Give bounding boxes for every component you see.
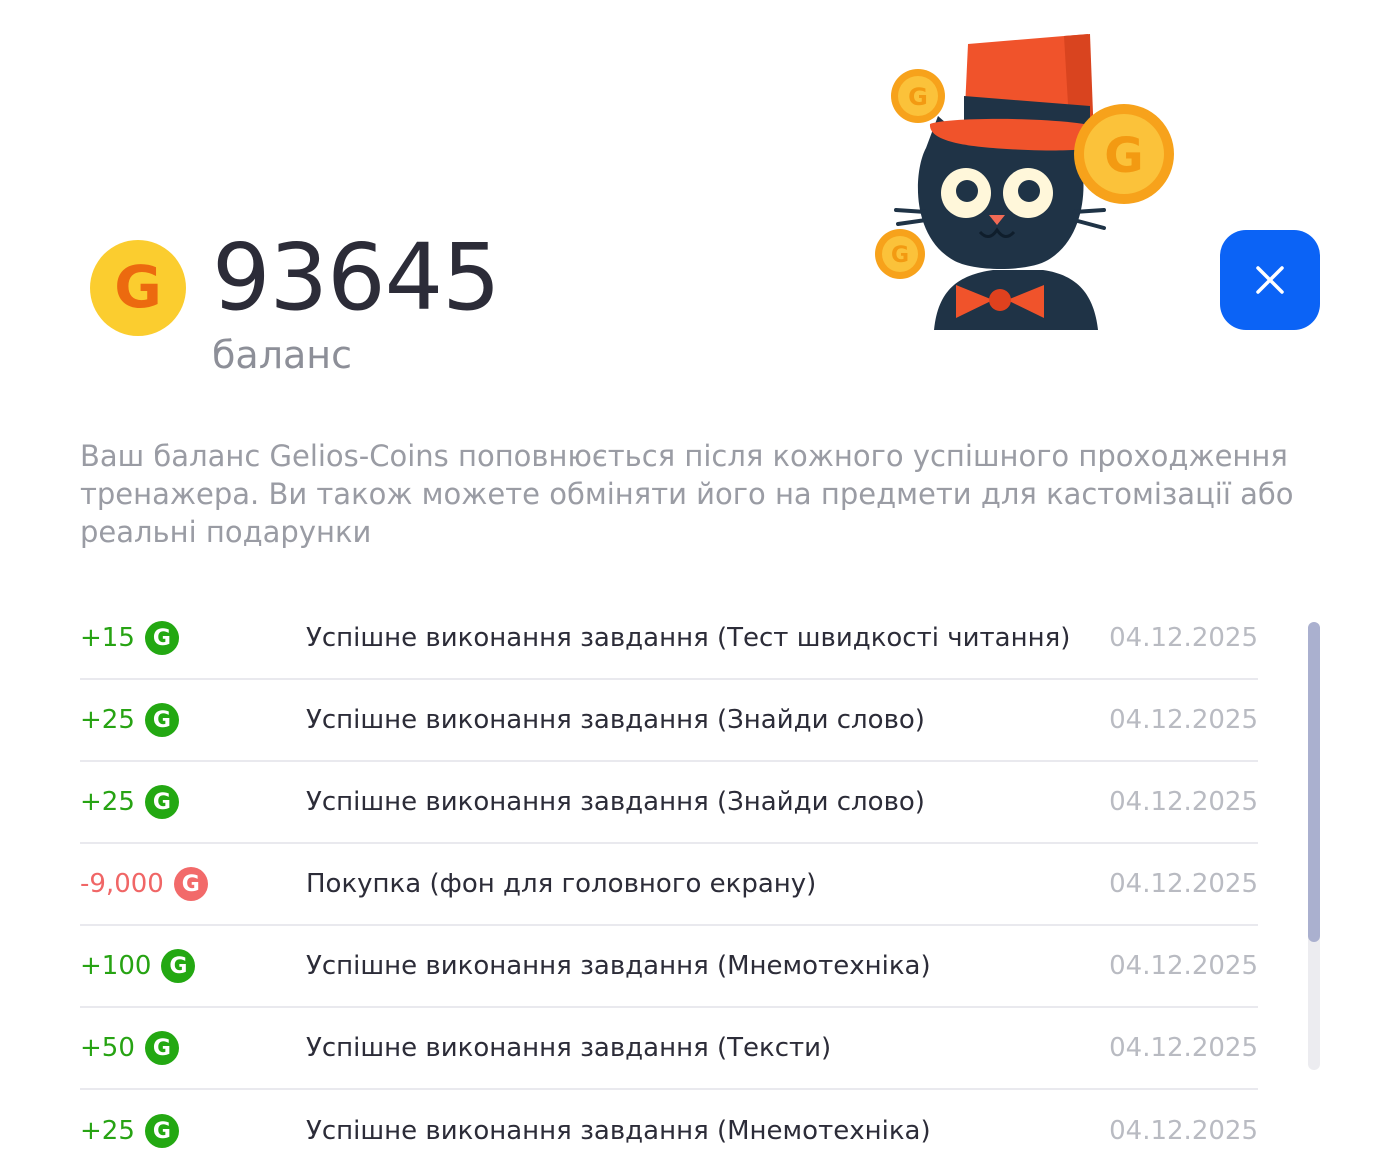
transaction-row: +25 G Успішне виконання завдання (Знайди… [80, 680, 1258, 762]
transaction-amount: +50 G [80, 1031, 306, 1065]
transaction-row: +15 G Успішне виконання завдання (Тест ш… [80, 598, 1258, 680]
balance-coin-icon: G [90, 240, 186, 336]
coin-icon: G [144, 1114, 179, 1148]
transaction-amount: +25 G [80, 1114, 306, 1148]
coin-icon: G [173, 867, 208, 901]
transaction-row: +25 G Успішне виконання завдання (Знайди… [80, 762, 1258, 844]
coin-icon: G [1074, 104, 1174, 204]
transaction-amount: +15 G [80, 621, 306, 655]
transaction-description: Успішне виконання завдання (Мнемотехніка… [306, 1116, 931, 1146]
close-icon [1256, 266, 1284, 294]
transaction-row: -9,000 G Покупка (фон для головного екра… [80, 844, 1258, 926]
svg-text:G: G [891, 243, 909, 268]
transaction-amount: +25 G [80, 785, 306, 819]
coin-icon: G [161, 949, 196, 983]
close-button[interactable] [1220, 230, 1320, 330]
transaction-date: 04.12.2025 [1109, 869, 1258, 899]
svg-text:G: G [908, 83, 928, 111]
coin-icon: G [144, 1031, 179, 1065]
transaction-amount: -9,000 G [80, 867, 306, 901]
transaction-description: Успішне виконання завдання (Тексти) [306, 1033, 832, 1063]
balance-label: баланс [212, 333, 353, 377]
transaction-row: +100 G Успішне виконання завдання (Мнемо… [80, 926, 1258, 1008]
balance-value: 93645 [212, 224, 501, 331]
transaction-date: 04.12.2025 [1109, 705, 1258, 735]
coin-icon: G [891, 69, 945, 123]
transaction-row: +50 G Успішне виконання завдання (Тексти… [80, 1008, 1258, 1090]
coin-icon: G [144, 621, 179, 655]
coin-icon: G [144, 785, 179, 819]
transaction-row: +25 G Успішне виконання завдання (Мнемот… [80, 1090, 1258, 1150]
transaction-description: Успішне виконання завдання (Тест швидкос… [306, 623, 1071, 653]
scrollbar-track[interactable] [1308, 622, 1320, 1070]
scrollbar-thumb[interactable] [1308, 622, 1320, 942]
transaction-amount: +100 G [80, 949, 306, 983]
transaction-history-list: +15 G Успішне виконання завдання (Тест ш… [80, 598, 1258, 1150]
transaction-description: Успішне виконання завдання (Мнемотехніка… [306, 951, 931, 981]
coin-icon: G [875, 229, 925, 279]
transaction-description: Покупка (фон для головного екрану) [306, 869, 817, 899]
transaction-date: 04.12.2025 [1109, 623, 1258, 653]
transaction-amount: +25 G [80, 703, 306, 737]
transaction-date: 04.12.2025 [1109, 787, 1258, 817]
transaction-description: Успішне виконання завдання (Знайди слово… [306, 705, 925, 735]
transaction-date: 04.12.2025 [1109, 1033, 1258, 1063]
balance-description: Ваш баланс Gelios-Coins поповнюється піс… [80, 439, 1294, 549]
transaction-description: Успішне виконання завдання (Знайди слово… [306, 787, 925, 817]
transaction-date: 04.12.2025 [1109, 951, 1258, 981]
svg-text:G: G [1104, 128, 1143, 184]
coin-icon: G [144, 703, 179, 737]
transaction-date: 04.12.2025 [1109, 1116, 1258, 1146]
cat-mascot-illustration: G G G [875, 34, 1174, 330]
